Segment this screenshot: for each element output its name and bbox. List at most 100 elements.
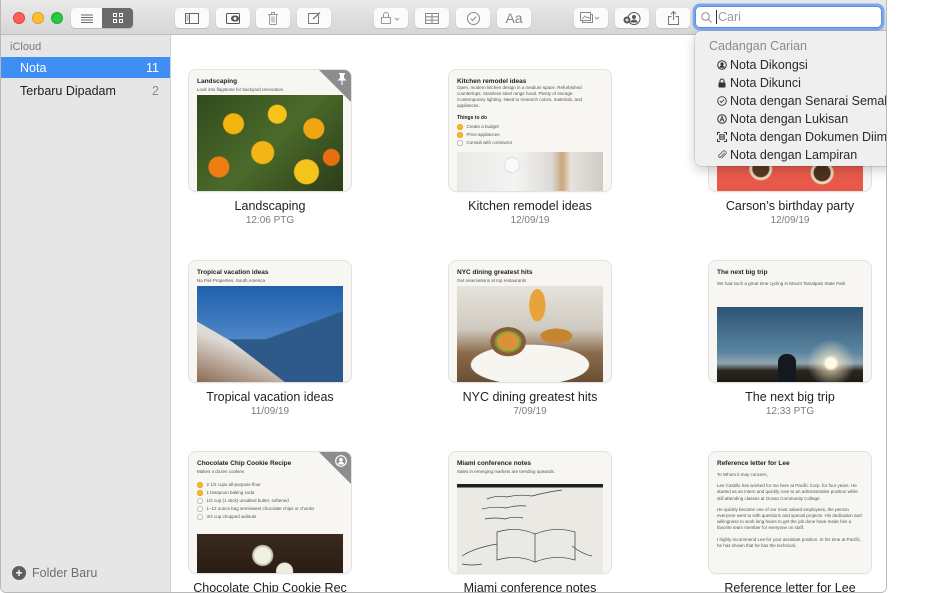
checked-icon[interactable] — [197, 482, 203, 488]
list-view-button[interactable] — [71, 8, 102, 28]
note-thumbnail[interactable]: Miami conference notes Sales in emerging… — [449, 452, 611, 573]
checklist-item: 2 1/2 cups all-purpose flour — [197, 482, 314, 488]
new-note-button[interactable] — [297, 8, 331, 28]
thumb-subtitle: We had such a great time cycling in Moun… — [717, 281, 846, 286]
table-icon — [425, 12, 439, 24]
note-title: Carson’s birthday party — [725, 199, 855, 213]
grid-icon — [112, 13, 123, 23]
minimize-window-button[interactable] — [32, 12, 44, 24]
suggestion-locked-notes[interactable]: Nota Dikunci — [716, 74, 801, 92]
note-thumbnail[interactable]: Kitchen remodel ideas Open, modern kitch… — [449, 70, 611, 191]
new-folder-button[interactable]: + Folder Baru — [12, 566, 97, 580]
search-icon — [701, 11, 712, 23]
kitchen-photo — [457, 152, 603, 191]
close-window-button[interactable] — [13, 12, 25, 24]
checklist-title: Things to do — [457, 115, 487, 121]
thumb-title: Landscaping — [197, 78, 238, 85]
add-people-button[interactable] — [615, 8, 649, 28]
folder-label: Nota — [20, 60, 47, 75]
shared-icon — [335, 455, 347, 467]
thumb-subtitle: Sales in emerging markets are trending u… — [457, 469, 556, 474]
attachments-browser-button[interactable] — [216, 8, 250, 28]
notes-window: Aa Cari iCloud Nota 11 Terbaru Dipadam 2… — [0, 0, 887, 593]
note-title: Tropical vacation ideas — [206, 390, 334, 404]
suggestion-label: Nota dengan Dokumen Diimbas — [730, 130, 887, 144]
scanned-sketch — [457, 484, 603, 573]
format-icon: Aa — [505, 10, 523, 26]
pin-icon — [337, 73, 347, 85]
note-thumbnail[interactable]: Tropical vacation ideas Na Pali Properti… — [189, 261, 351, 382]
checklist: Create a budget Price appliances Consult… — [457, 124, 512, 148]
thumb-title: Reference letter for Lee — [717, 460, 790, 467]
note-thumbnail[interactable]: Landscaping Look into flagstone for back… — [189, 70, 351, 191]
note-thumbnail[interactable]: Reference letter for Lee To Whom it may … — [709, 452, 871, 573]
checked-icon[interactable] — [457, 132, 463, 138]
share-button[interactable] — [656, 8, 690, 28]
media-button[interactable] — [574, 8, 608, 28]
note-date: 11/09/19 — [250, 406, 290, 417]
suggestion-checklist-notes[interactable]: Nota dengan Senarai Semak — [716, 92, 886, 110]
suggestion-shared-notes[interactable]: Nota Dikongsi — [716, 56, 808, 74]
checked-icon[interactable] — [197, 490, 203, 496]
scan-icon — [716, 132, 727, 142]
toggle-sidebar-button[interactable] — [175, 8, 209, 28]
folder-count: 11 — [146, 60, 159, 75]
note-date: 12/09/19 — [510, 215, 550, 226]
table-button[interactable] — [415, 8, 449, 28]
suggestion-drawing-notes[interactable]: Nota dengan Lukisan — [716, 110, 848, 128]
search-field[interactable]: Cari — [695, 6, 882, 28]
checklist-item: 3/4 cup chopped walnuts — [197, 514, 314, 520]
note-thumbnail[interactable]: NYC dining greatest hits Get reservation… — [449, 261, 611, 382]
unchecked-icon[interactable] — [197, 498, 203, 504]
sidebar-section-icloud: iCloud — [10, 41, 42, 53]
checklist-icon — [466, 11, 480, 25]
delete-button[interactable] — [256, 8, 290, 28]
gallery-view-button[interactable] — [102, 8, 133, 28]
thumb-subtitle: Get reservations at top restaurants — [457, 278, 527, 283]
cycling-photo — [717, 307, 863, 382]
folder-label: Terbaru Dipadam — [20, 83, 116, 98]
note-title: Kitchen remodel ideas — [468, 199, 592, 213]
sidebar-item-nota[interactable]: Nota 11 — [1, 57, 170, 78]
drawing-icon — [716, 114, 727, 124]
unchecked-icon[interactable] — [457, 140, 463, 146]
lock-button[interactable] — [374, 8, 408, 28]
lock-icon — [381, 12, 400, 24]
unchecked-icon[interactable] — [197, 506, 203, 512]
unchecked-icon[interactable] — [197, 514, 203, 520]
suggestion-label: Nota dengan Lukisan — [730, 112, 849, 126]
letter-body: To Whom it may concern, Lee Castillo has… — [717, 472, 862, 548]
thumb-title: NYC dining greatest hits — [457, 269, 533, 276]
suggestion-label: Nota dengan Lampiran — [730, 148, 858, 162]
note-title: NYC dining greatest hits — [462, 390, 598, 404]
attachments-icon — [225, 12, 240, 24]
note-date: 12:06 PTG — [245, 215, 295, 226]
fullscreen-window-button[interactable] — [51, 12, 63, 24]
shared-icon — [716, 60, 727, 70]
note-date: 12/09/19 — [770, 215, 810, 226]
suggestion-attachment-notes[interactable]: Nota dengan Lampiran — [716, 146, 857, 164]
format-button[interactable]: Aa — [497, 8, 531, 28]
note-date: 7/09/19 — [513, 406, 547, 417]
sidebar-item-recently-deleted[interactable]: Terbaru Dipadam 2 — [1, 80, 170, 101]
thumb-title: Tropical vacation ideas — [197, 269, 269, 276]
checklist-item: 1/2 cup (1 stick) unsalted butter, softe… — [197, 498, 314, 504]
share-icon — [667, 11, 679, 25]
checklist-item: Create a budget — [457, 124, 512, 130]
note-thumbnail[interactable]: Chocolate Chip Cookie Recipe Makes 4 doz… — [189, 452, 351, 573]
thumb-subtitle: Open, modern kitchen design in a medium … — [457, 85, 583, 108]
checked-icon[interactable] — [457, 124, 463, 130]
folder-count: 2 — [152, 83, 159, 98]
thumb-title: The next big trip — [717, 269, 768, 276]
sidebar-icon — [185, 12, 199, 24]
compose-icon — [307, 12, 320, 24]
thumb-subtitle: Na Pali Properties, South America — [197, 278, 266, 283]
checklist-icon — [716, 96, 727, 106]
checklist-button[interactable] — [456, 8, 490, 28]
new-folder-label: Folder Baru — [32, 566, 98, 580]
suggestion-scanned-notes[interactable]: Nota dengan Dokumen Diimbas — [716, 128, 887, 146]
search-input[interactable]: Cari — [716, 10, 741, 24]
note-thumbnail[interactable]: The next big trip We had such a great ti… — [709, 261, 871, 382]
thumb-title: Chocolate Chip Cookie Recipe — [197, 460, 292, 467]
add-people-icon — [623, 11, 641, 25]
